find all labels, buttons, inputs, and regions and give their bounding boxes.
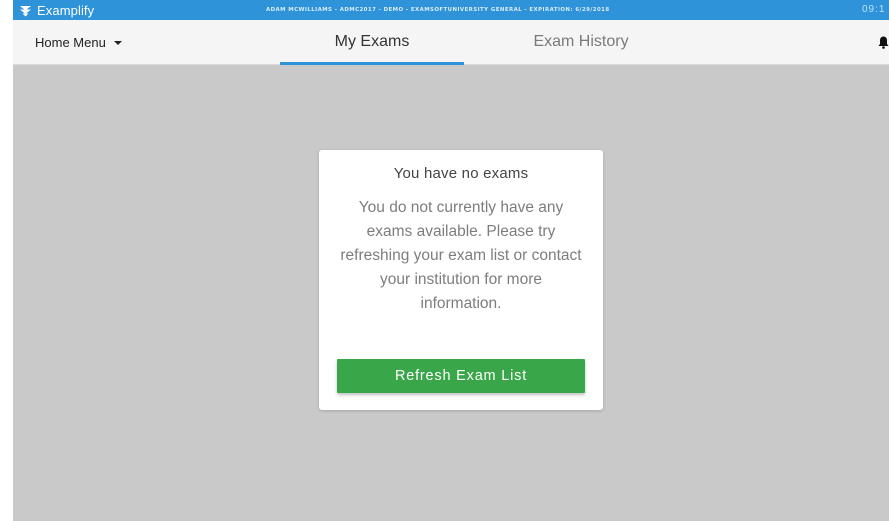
card-title: You have no exams bbox=[393, 165, 529, 182]
no-exams-card: You have no exams You do not currently h… bbox=[319, 150, 603, 410]
tab-exam-history[interactable]: Exam History bbox=[489, 20, 673, 64]
examplify-logo-icon bbox=[20, 5, 31, 16]
tab-exam-history-label: Exam History bbox=[533, 33, 629, 50]
bell-icon[interactable] bbox=[878, 36, 889, 49]
license-info: ADAM MCWILLIAMS - ADMC2017 - DEMO - EXAM… bbox=[266, 7, 610, 13]
app-window: Examplify ADAM MCWILLIAMS - ADMC2017 - D… bbox=[13, 0, 889, 521]
tab-my-exams[interactable]: My Exams bbox=[280, 20, 464, 65]
caret-down-icon bbox=[113, 40, 122, 45]
app-name: Examplify bbox=[37, 2, 95, 18]
home-menu-label: Home Menu bbox=[35, 34, 106, 50]
title-bar: Examplify ADAM MCWILLIAMS - ADMC2017 - D… bbox=[13, 0, 889, 20]
refresh-exam-list-button[interactable]: Refresh Exam List bbox=[337, 359, 585, 393]
card-message: You do not currently have any exams avai… bbox=[340, 199, 582, 312]
nav-bar: Home Menu My Exams Exam History bbox=[13, 20, 889, 65]
clock: 09:1 bbox=[862, 4, 886, 15]
tab-my-exams-label: My Exams bbox=[334, 33, 410, 50]
home-menu-button[interactable]: Home Menu bbox=[35, 20, 122, 64]
brand: Examplify bbox=[19, 0, 94, 20]
active-tab-indicator bbox=[280, 62, 464, 65]
